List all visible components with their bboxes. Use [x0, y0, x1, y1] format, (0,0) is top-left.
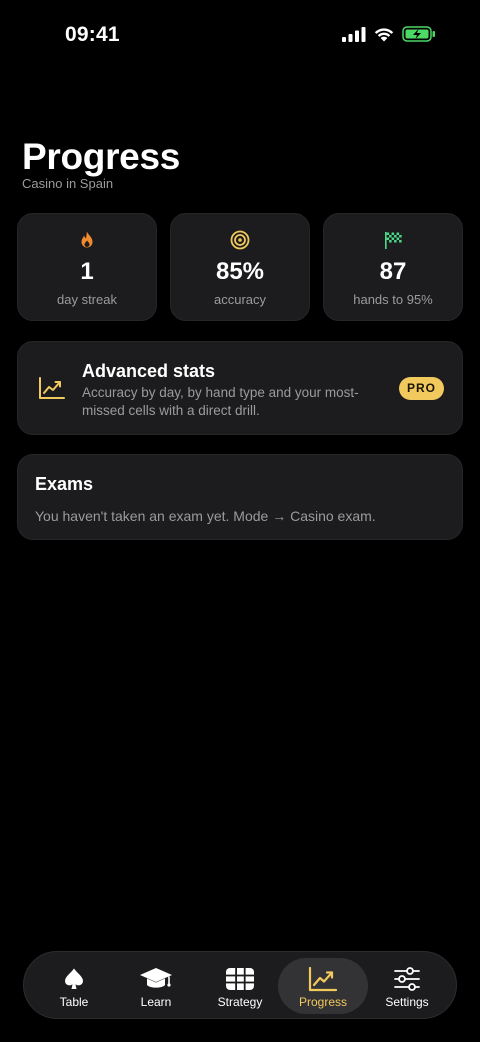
chart-line-icon [39, 377, 65, 399]
tab-label: Strategy [217, 995, 263, 1009]
advanced-stats-title: Advanced stats [82, 361, 216, 381]
wifi-icon [374, 28, 394, 42]
exams-empty-text: You haven't taken an exam yet. Mode → Ca… [35, 508, 376, 524]
advanced-stats-card[interactable]: Advanced stats Accuracy by day, by hand … [17, 341, 463, 435]
tab-learn[interactable]: Learn [111, 958, 201, 1014]
stat-label: hands to 95% [353, 292, 433, 307]
tab-label: Table [59, 995, 89, 1009]
tab-bar: Table Learn Strategy Progress Settings [23, 951, 457, 1019]
tab-progress[interactable]: Progress [278, 958, 368, 1014]
page-title: Progress [22, 136, 181, 177]
status-bar: 09:41 [0, 0, 480, 70]
sliders-icon [390, 966, 424, 992]
stat-label: accuracy [213, 292, 267, 307]
stats-row: 1 day streak 85% accuracy 87 hands to 95… [17, 213, 463, 321]
stat-value: 87 [379, 258, 407, 285]
grid-icon [223, 966, 257, 992]
signal-icon [342, 26, 366, 42]
page-subtitle: Casino in Spain [22, 176, 114, 191]
target-icon [230, 230, 250, 250]
advanced-stats-description: Accuracy by day, by hand type and your m… [82, 385, 359, 418]
status-time: 09:41 [65, 23, 120, 46]
chart-line-icon [306, 966, 340, 992]
graduation-cap-icon [139, 966, 173, 992]
tab-label: Settings [385, 995, 429, 1009]
stat-value: 85% [215, 258, 265, 285]
tab-label: Learn [140, 995, 172, 1009]
exams-card: Exams You haven't taken an exam yet. Mod… [17, 454, 463, 540]
status-icons [342, 26, 436, 42]
stat-label: day streak [57, 292, 117, 307]
stat-card-hands: 87 hands to 95% [323, 213, 463, 321]
exams-title: Exams [35, 474, 94, 494]
pro-badge: PRO [399, 377, 444, 400]
stat-card-accuracy: 85% accuracy [170, 213, 310, 321]
tab-label: Progress [298, 995, 348, 1009]
battery-charging-icon [402, 26, 435, 42]
tab-table[interactable]: Table [29, 958, 119, 1014]
flame-icon [81, 231, 93, 248]
stat-value: 1 [80, 258, 94, 285]
tab-settings[interactable]: Settings [362, 958, 452, 1014]
checkered-flag-icon [385, 232, 402, 249]
tab-strategy[interactable]: Strategy [195, 958, 285, 1014]
spade-icon [57, 966, 91, 992]
stat-card-streak: 1 day streak [17, 213, 157, 321]
